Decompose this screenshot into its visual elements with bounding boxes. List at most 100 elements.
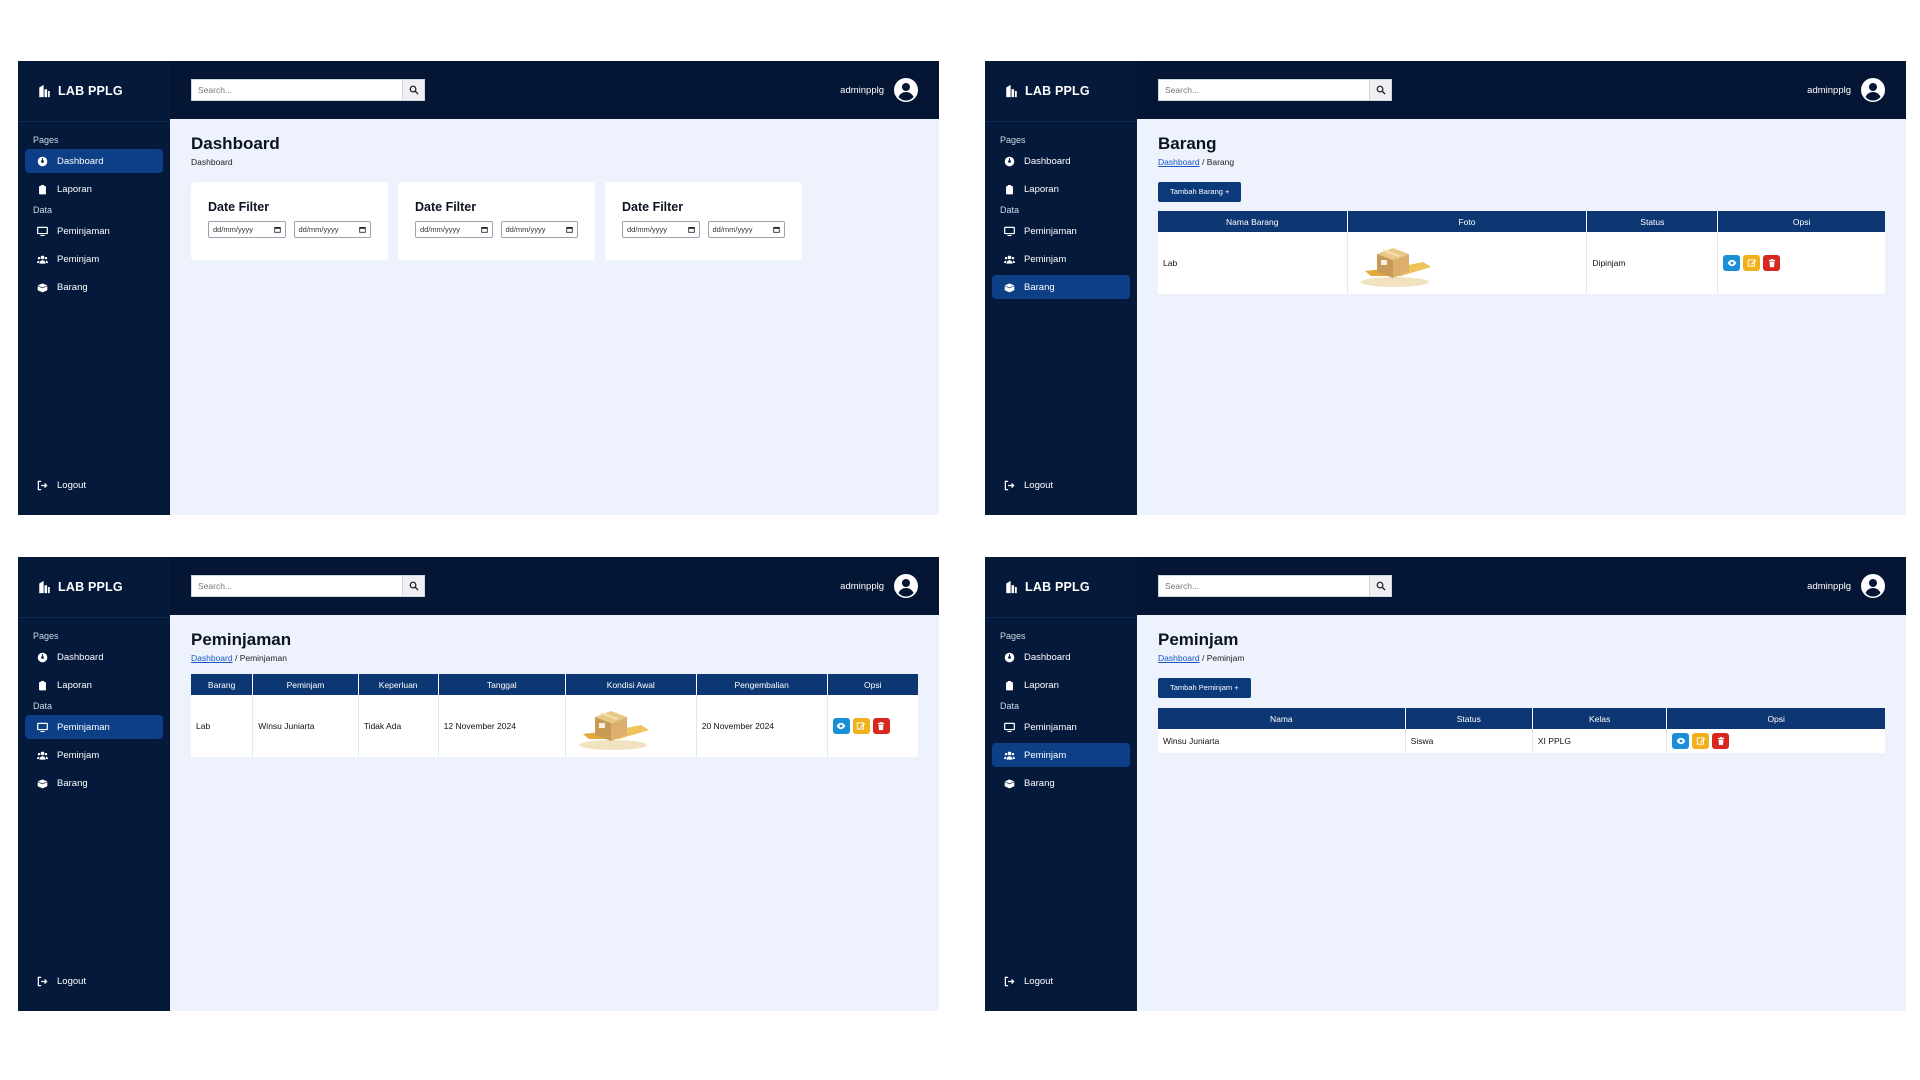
user-menu[interactable]: adminpplg — [1807, 78, 1885, 102]
clipboard-icon — [1004, 680, 1015, 691]
date-to-input[interactable]: dd/mm/yyyy — [707, 221, 785, 238]
cell-peminjam: Winsu Juniarta — [252, 695, 359, 757]
sidebar-item-dashboard[interactable]: Dashboard — [992, 149, 1130, 173]
date-value: dd/mm/yyyy — [712, 225, 753, 234]
search-icon — [1376, 581, 1386, 591]
delete-button[interactable] — [1712, 733, 1730, 749]
cell-keperluan: Tidak Ada — [358, 695, 439, 757]
dashboard-icon — [37, 156, 48, 167]
search-button[interactable] — [402, 576, 424, 596]
search-button[interactable] — [1369, 80, 1391, 100]
sidebar-item-peminjam[interactable]: Peminjam — [25, 743, 163, 767]
table-header-row: Nama Barang Foto Status Opsi — [1158, 211, 1885, 232]
section-label-data: Data — [33, 701, 53, 711]
date-value: dd/mm/yyyy — [627, 225, 668, 234]
edit-button[interactable] — [1743, 255, 1761, 271]
search-input[interactable] — [1159, 80, 1369, 100]
view-button[interactable] — [1723, 255, 1741, 271]
main-area: adminpplg Peminjaman Dashboard / Peminja… — [170, 557, 939, 1011]
user-menu[interactable]: adminpplg — [840, 78, 918, 102]
column-header: Kondisi Awal — [565, 674, 697, 695]
logout-link[interactable]: Logout — [37, 480, 86, 491]
column-header: Pengembalian — [696, 674, 828, 695]
sidebar-item-laporan[interactable]: Laporan — [992, 177, 1130, 201]
search-input[interactable] — [192, 80, 402, 100]
date-from-input[interactable]: dd/mm/yyyy — [622, 221, 700, 238]
sidebar-item-barang[interactable]: Barang — [992, 771, 1130, 795]
delete-button[interactable] — [872, 718, 890, 734]
delete-button[interactable] — [1763, 255, 1781, 271]
brand[interactable]: LAB PPLG — [985, 61, 1137, 122]
edit-button[interactable] — [852, 718, 870, 734]
section-label-data: Data — [1000, 205, 1020, 215]
trash-icon — [1716, 736, 1726, 746]
add-barang-button[interactable]: Tambah Barang + — [1158, 182, 1242, 202]
sidebar-item-peminjaman[interactable]: Peminjaman — [25, 219, 163, 243]
calendar-icon — [566, 226, 573, 233]
sidebar-item-label: Peminjaman — [1024, 225, 1077, 237]
brand[interactable]: LAB PPLG — [18, 61, 170, 122]
search-input[interactable] — [192, 576, 402, 596]
date-to-input[interactable]: dd/mm/yyyy — [293, 221, 371, 238]
main-area: adminpplg Barang Dashboard / Barang Tamb… — [1137, 61, 1906, 515]
eye-icon — [836, 721, 846, 731]
brand-name: LAB PPLG — [58, 580, 123, 594]
sidebar-item-dashboard[interactable]: Dashboard — [992, 645, 1130, 669]
panel-peminjaman: LAB PPLG Pages Dashboard Laporan Data Pe… — [18, 557, 939, 1011]
view-button[interactable] — [832, 718, 850, 734]
sidebar-item-peminjam[interactable]: Peminjam — [25, 247, 163, 271]
card-title: Date Filter — [622, 200, 684, 214]
sidebar-item-peminjam[interactable]: Peminjam — [992, 743, 1130, 767]
breadcrumb-link-dashboard[interactable]: Dashboard — [1158, 653, 1200, 663]
column-header: Tanggal — [438, 674, 566, 695]
search-box — [191, 79, 425, 101]
sidebar-item-laporan[interactable]: Laporan — [25, 673, 163, 697]
column-header: Nama Barang — [1158, 211, 1348, 232]
date-filter-card: Date Filter dd/mm/yyyy dd/mm/yyyy — [398, 182, 595, 260]
sidebar-item-peminjaman[interactable]: Peminjaman — [992, 219, 1130, 243]
cell-foto — [1347, 232, 1588, 294]
date-from-input[interactable]: dd/mm/yyyy — [208, 221, 286, 238]
section-label-pages: Pages — [1000, 135, 1026, 145]
add-peminjam-button[interactable]: Tambah Peminjam + — [1158, 678, 1251, 698]
user-menu[interactable]: adminpplg — [840, 574, 918, 598]
sidebar-item-label: Peminjaman — [57, 225, 110, 237]
table-header-row: Nama Status Kelas Opsi — [1158, 708, 1885, 729]
topbar: adminpplg — [170, 61, 939, 119]
cell-opsi — [1667, 729, 1885, 753]
topbar: adminpplg — [170, 557, 939, 615]
brand[interactable]: LAB PPLG — [985, 557, 1137, 618]
sidebar-item-barang[interactable]: Barang — [25, 275, 163, 299]
user-menu[interactable]: adminpplg — [1807, 574, 1885, 598]
date-from-input[interactable]: dd/mm/yyyy — [415, 221, 493, 238]
breadcrumb-link-dashboard[interactable]: Dashboard — [191, 653, 233, 663]
search-icon — [1376, 85, 1386, 95]
logout-label: Logout — [57, 976, 87, 987]
dashboard-icon — [1004, 652, 1015, 663]
sidebar-item-laporan[interactable]: Laporan — [25, 177, 163, 201]
sidebar-item-peminjaman[interactable]: Peminjaman — [992, 715, 1130, 739]
logout-link[interactable]: Logout — [1004, 976, 1053, 987]
brand[interactable]: LAB PPLG — [18, 557, 170, 618]
sidebar-item-dashboard[interactable]: Dashboard — [25, 645, 163, 669]
date-value: dd/mm/yyyy — [505, 225, 546, 234]
search-button[interactable] — [402, 80, 424, 100]
edit-button[interactable] — [1692, 733, 1710, 749]
search-input[interactable] — [1159, 576, 1369, 596]
sidebar-item-barang[interactable]: Barang — [992, 275, 1130, 299]
logout-link[interactable]: Logout — [1004, 480, 1053, 491]
breadcrumb-link-dashboard[interactable]: Dashboard — [1158, 157, 1200, 167]
view-button[interactable] — [1672, 733, 1690, 749]
sidebar-item-label: Laporan — [57, 679, 92, 691]
main-area: adminpplg Peminjam Dashboard / Peminjam … — [1137, 557, 1906, 1011]
brand-name: LAB PPLG — [58, 84, 123, 98]
lab-logo-icon — [1004, 84, 1019, 98]
sidebar-item-peminjaman[interactable]: Peminjaman — [25, 715, 163, 739]
sidebar-item-barang[interactable]: Barang — [25, 771, 163, 795]
logout-link[interactable]: Logout — [37, 976, 86, 987]
sidebar-item-peminjam[interactable]: Peminjam — [992, 247, 1130, 271]
search-button[interactable] — [1369, 576, 1391, 596]
sidebar-item-laporan[interactable]: Laporan — [992, 673, 1130, 697]
sidebar-item-dashboard[interactable]: Dashboard — [25, 149, 163, 173]
date-to-input[interactable]: dd/mm/yyyy — [500, 221, 578, 238]
